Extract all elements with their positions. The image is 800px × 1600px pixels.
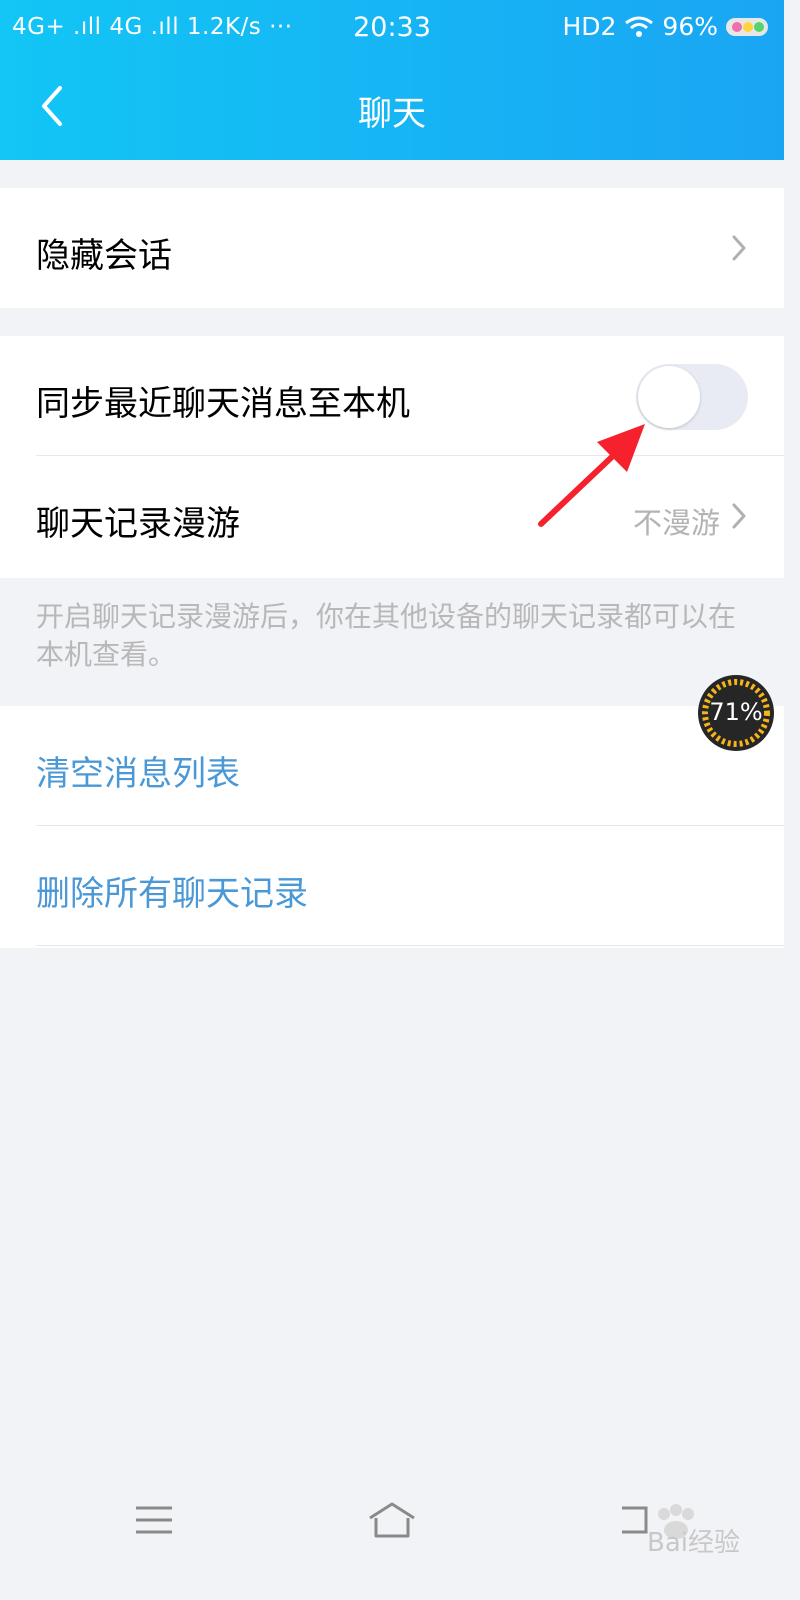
status-right: HD2 96% xyxy=(562,12,768,41)
home-icon[interactable] xyxy=(366,1500,418,1540)
roaming-hint: 开启聊天记录漫游后，你在其他设备的聊天记录都可以在本机查看。 xyxy=(36,600,737,671)
roaming-row[interactable]: 聊天记录漫游 不漫游 xyxy=(0,456,784,576)
chevron-right-icon xyxy=(732,235,746,261)
menu-icon[interactable] xyxy=(134,1500,174,1540)
settings-group-actions: 清空消息列表 删除所有聊天记录 xyxy=(0,706,784,948)
roaming-label: 聊天记录漫游 xyxy=(36,504,240,544)
annotation-arrow-icon xyxy=(538,424,645,527)
speed-percent: 71% xyxy=(709,698,763,726)
settings-group-sync: 同步最近聊天消息至本机 聊天记录漫游 不漫游 xyxy=(0,336,784,578)
watermark-logo: Bai经验 xyxy=(600,1500,740,1560)
wifi-icon xyxy=(625,16,654,37)
settings-group-hide: 隐藏会话 xyxy=(0,188,784,308)
hide-chat-label: 隐藏会话 xyxy=(36,236,172,276)
hide-chat-row[interactable]: 隐藏会话 xyxy=(0,188,784,308)
floating-speed-ball[interactable]: 71% xyxy=(697,674,775,752)
watermark-text: Bai经验 xyxy=(647,1528,740,1558)
divider xyxy=(36,945,784,946)
chevron-right-icon xyxy=(732,503,746,529)
delete-all-label: 删除所有聊天记录 xyxy=(36,874,308,914)
sync-recent-label: 同步最近聊天消息至本机 xyxy=(36,384,410,424)
status-bar: 4G+ .ıll 4G .ıll 1.2K/s ··· 20:33 HD2 96… xyxy=(0,0,784,56)
battery-percent: 96% xyxy=(662,12,718,41)
network-label: HD2 xyxy=(562,12,617,41)
delete-all-row[interactable]: 删除所有聊天记录 xyxy=(0,826,784,946)
app-header: 4G+ .ıll 4G .ıll 1.2K/s ··· 20:33 HD2 96… xyxy=(0,0,784,160)
battery-icon xyxy=(726,17,768,36)
page-title: 聊天 xyxy=(358,94,426,134)
sync-recent-row: 同步最近聊天消息至本机 xyxy=(0,336,784,456)
clear-list-row[interactable]: 清空消息列表 xyxy=(0,706,784,826)
clear-list-label: 清空消息列表 xyxy=(36,754,240,794)
toggle-knob xyxy=(638,366,700,428)
